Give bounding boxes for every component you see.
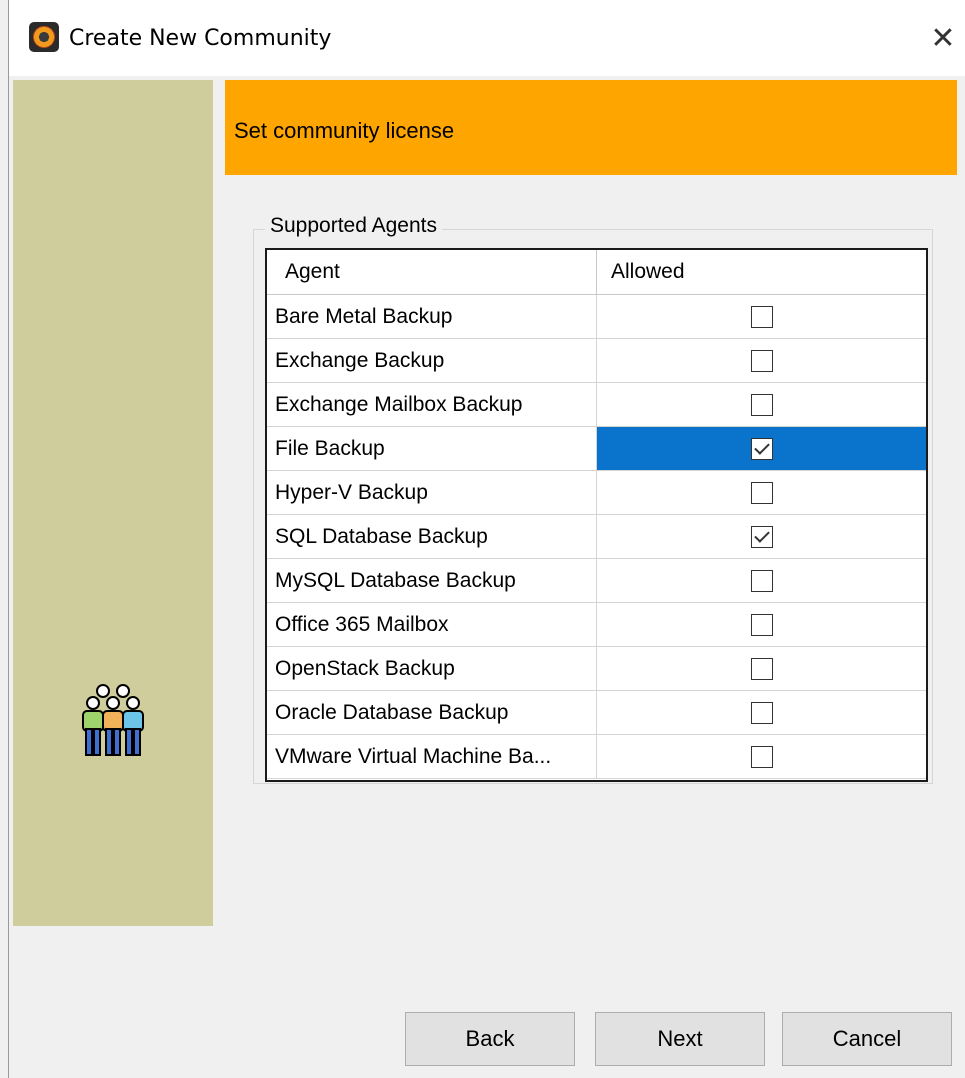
back-button[interactable]: Back [405, 1012, 575, 1066]
allowed-cell [597, 471, 926, 514]
allowed-cell [597, 603, 926, 646]
allowed-cell [597, 647, 926, 690]
agent-name-cell: OpenStack Backup [267, 647, 597, 690]
table-row[interactable]: VMware Virtual Machine Ba... [267, 735, 926, 779]
allowed-checkbox[interactable] [750, 745, 773, 768]
table-header: Agent Allowed [267, 250, 926, 295]
allowed-checkbox[interactable] [750, 305, 773, 328]
step-header: Set community license [225, 80, 957, 175]
allowed-checkbox[interactable] [750, 481, 773, 504]
allowed-checkbox[interactable] [750, 525, 773, 548]
agent-name-cell: SQL Database Backup [267, 515, 597, 558]
allowed-cell [597, 559, 926, 602]
agent-name-cell: VMware Virtual Machine Ba... [267, 735, 597, 778]
allowed-cell [597, 691, 926, 734]
table-row[interactable]: SQL Database Backup [267, 515, 926, 559]
agents-table: Agent Allowed Bare Metal Backup Exchange … [265, 248, 928, 782]
allowed-checkbox[interactable] [750, 349, 773, 372]
close-icon[interactable]: ✕ [921, 16, 965, 60]
column-header-agent[interactable]: Agent [267, 250, 597, 294]
table-row[interactable]: Bare Metal Backup [267, 295, 926, 339]
table-row[interactable]: Exchange Mailbox Backup [267, 383, 926, 427]
title-bar: Create New Community ✕ [9, 0, 965, 76]
agent-name-cell: Oracle Database Backup [267, 691, 597, 734]
allowed-checkbox[interactable] [750, 613, 773, 636]
allowed-checkbox[interactable] [750, 657, 773, 680]
table-row[interactable]: Exchange Backup [267, 339, 926, 383]
next-button[interactable]: Next [595, 1012, 765, 1066]
table-row[interactable]: Oracle Database Backup [267, 691, 926, 735]
allowed-checkbox[interactable] [750, 437, 773, 460]
app-logo-icon [29, 22, 59, 52]
people-group-icon [75, 683, 155, 763]
table-row[interactable]: File Backup [267, 427, 926, 471]
agent-name-cell: Exchange Backup [267, 339, 597, 382]
allowed-cell [597, 295, 926, 338]
table-row[interactable]: Hyper-V Backup [267, 471, 926, 515]
table-row[interactable]: Office 365 Mailbox [267, 603, 926, 647]
agent-name-cell: Office 365 Mailbox [267, 603, 597, 646]
agent-name-cell: Exchange Mailbox Backup [267, 383, 597, 426]
allowed-cell [597, 339, 926, 382]
agent-name-cell: Bare Metal Backup [267, 295, 597, 338]
allowed-cell [597, 515, 926, 558]
allowed-checkbox[interactable] [750, 393, 773, 416]
wizard-sidebar [13, 80, 213, 926]
supported-agents-legend: Supported Agents [265, 214, 442, 238]
allowed-checkbox[interactable] [750, 701, 773, 724]
agent-name-cell: File Backup [267, 427, 597, 470]
cancel-button[interactable]: Cancel [782, 1012, 952, 1066]
agent-name-cell: MySQL Database Backup [267, 559, 597, 602]
agent-name-cell: Hyper-V Backup [267, 471, 597, 514]
step-header-text: Set community license [234, 118, 455, 143]
allowed-cell [597, 383, 926, 426]
table-body: Bare Metal Backup Exchange Backup Exchange… [267, 295, 926, 779]
allowed-cell [597, 735, 926, 778]
allowed-checkbox[interactable] [750, 569, 773, 592]
allowed-cell [597, 427, 926, 470]
table-row[interactable]: OpenStack Backup [267, 647, 926, 691]
window-title: Create New Community [69, 26, 332, 51]
table-row[interactable]: MySQL Database Backup [267, 559, 926, 603]
column-header-allowed[interactable]: Allowed [597, 250, 926, 294]
